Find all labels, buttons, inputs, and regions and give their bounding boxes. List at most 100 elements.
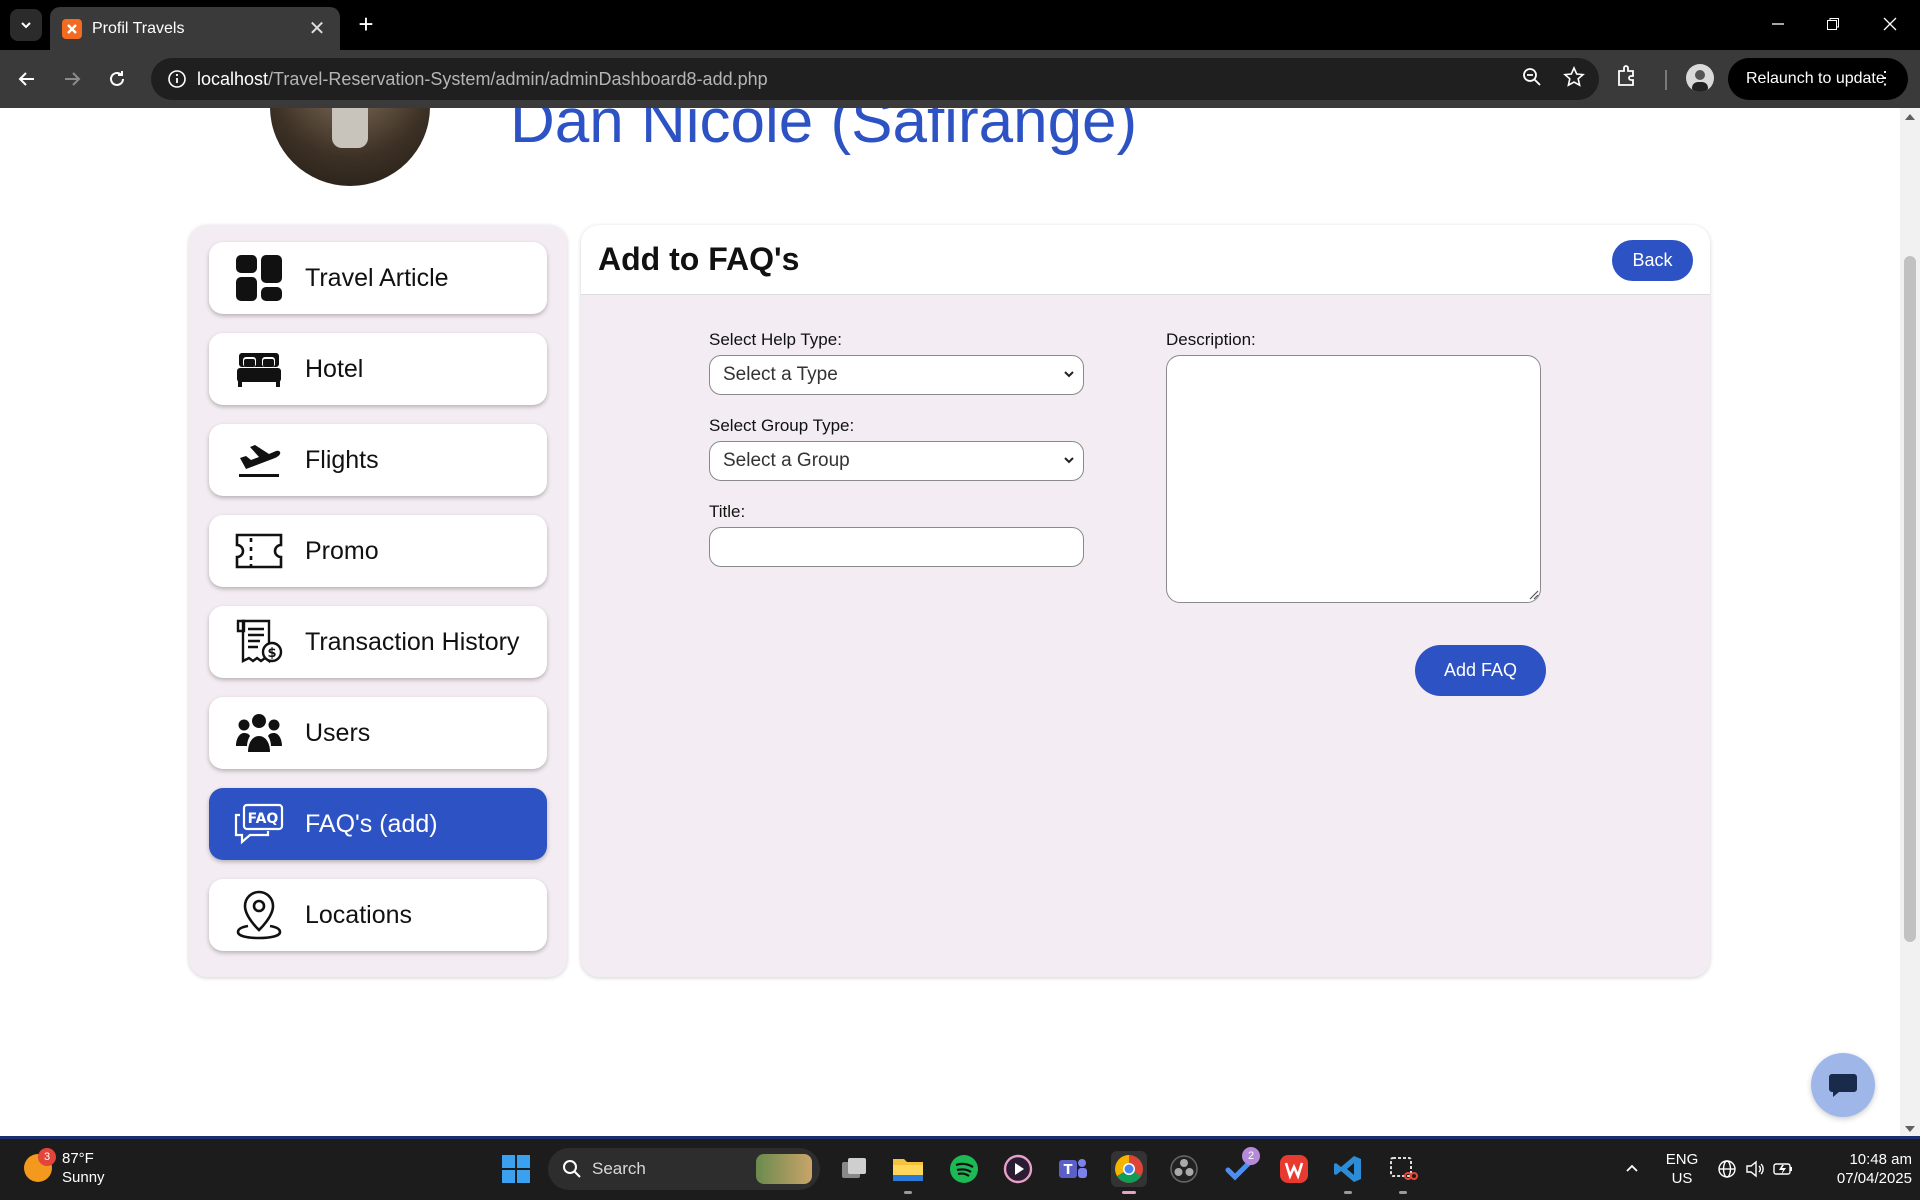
arrow-right-icon [65,72,81,86]
obs-icon[interactable] [1166,1151,1202,1187]
sidebar-item-promo[interactable]: Promo [209,515,547,587]
chat-button[interactable] [1811,1053,1875,1117]
resize-grip-icon[interactable] [1529,590,1539,600]
weather-temp: 87°F [62,1150,94,1167]
forward-nav-button[interactable] [56,63,88,95]
profile-avatar[interactable] [1686,64,1714,92]
clock-time: 10:48 am [1849,1151,1912,1168]
back-nav-button[interactable] [11,63,43,95]
sidebar-item-label: Promo [305,536,379,565]
running-indicator [1344,1191,1352,1194]
close-icon [1883,17,1897,31]
weather-widget[interactable]: 3 87°F Sunny [24,1148,105,1187]
restore-window-button[interactable] [1813,8,1853,40]
scroll-thumb[interactable] [1904,256,1916,942]
reload-button[interactable] [101,63,133,95]
title-input[interactable] [709,527,1084,567]
back-button[interactable]: Back [1612,240,1693,281]
add-faq-button[interactable]: Add FAQ [1415,645,1546,696]
network-globe-icon[interactable] [1712,1151,1742,1187]
chrome-taskbar-icon[interactable] [1111,1151,1147,1187]
page-title: Add to FAQ's [598,241,800,277]
tab-search-button[interactable] [10,9,42,41]
sidebar-item-label: Flights [305,445,379,474]
title-label: Title: [709,502,746,521]
users-icon [233,707,285,759]
clock[interactable]: 10:48 am 07/04/2025 [1812,1150,1912,1188]
admin-sidebar: Travel Article Hotel Flights Promo $ Tra… [189,225,567,977]
weather-badge: 3 [38,1148,56,1166]
active-indicator [1122,1191,1136,1194]
address-bar[interactable]: localhost/Travel-Reservation-System/admi… [151,58,1599,100]
scroll-down-icon[interactable] [1905,1126,1915,1132]
panel-header: Add to FAQ's Back [581,225,1710,295]
page-scrollbar[interactable] [1900,108,1920,1138]
todo-icon[interactable]: 2 [1222,1147,1260,1187]
spotify-icon[interactable] [946,1151,982,1187]
toolbar-divider [1665,70,1667,90]
faq-icon: FAQ [233,798,285,850]
sidebar-item-faqs-add[interactable]: FAQ FAQ's (add) [209,788,547,860]
todo-badge: 2 [1242,1147,1260,1165]
show-hidden-icons-button[interactable] [1614,1151,1650,1187]
sidebar-item-hotel[interactable]: Hotel [209,333,547,405]
search-highlight-icon [756,1154,812,1184]
chat-bubble-icon [1829,1074,1857,1097]
sidebar-item-transaction-history[interactable]: $ Transaction History [209,606,547,678]
help-type-select[interactable]: Select a Type [709,355,1084,395]
tab-title: Profil Travels [92,19,185,37]
wps-office-icon[interactable] [1276,1151,1312,1187]
zoom-icon[interactable] [1521,66,1543,93]
language-indicator[interactable]: ENG US [1660,1150,1704,1188]
xampp-favicon-icon [62,18,82,39]
url-text[interactable]: localhost/Travel-Reservation-System/admi… [197,69,768,90]
close-window-button[interactable] [1870,8,1910,40]
scroll-up-icon[interactable] [1905,114,1915,120]
running-indicator [904,1191,912,1194]
site-info-icon[interactable] [157,69,197,89]
sidebar-item-travel-article[interactable]: Travel Article [209,242,547,314]
sidebar-item-label: Locations [305,900,413,929]
sidebar-item-users[interactable]: Users [209,697,547,769]
sidebar-item-label: Travel Article [305,263,449,292]
sidebar-item-flights[interactable]: Flights [209,424,547,496]
help-type-label: Select Help Type: [709,330,842,349]
sidebar-item-label: Hotel [305,354,364,383]
vscode-icon[interactable] [1330,1151,1366,1187]
taskbar-search[interactable]: Search [548,1148,820,1190]
relaunch-label: Relaunch to update [1746,70,1885,87]
svg-text:FAQ: FAQ [248,811,279,827]
windows-taskbar: 3 87°F Sunny Search T 2 ENG US 10:48 am … [0,1139,1920,1200]
volume-icon[interactable] [1740,1151,1770,1187]
bookmark-star-icon[interactable] [1563,66,1585,93]
url-host: localhost [197,68,269,89]
extensions-icon[interactable] [1614,63,1640,94]
file-explorer-icon[interactable] [890,1151,926,1187]
snipping-tool-icon[interactable] [1385,1151,1421,1187]
browser-toolbar: localhost/Travel-Reservation-System/admi… [0,50,1920,108]
browser-tab[interactable]: Profil Travels ✕ [50,7,340,50]
task-view-icon[interactable] [836,1151,872,1187]
new-tab-button[interactable]: + [352,10,380,38]
minimize-window-button[interactable] [1758,8,1798,40]
group-type-select[interactable]: Select a Group [709,441,1084,481]
restore-icon [1827,18,1839,30]
more-menu-icon[interactable]: ⋮ [1876,68,1894,88]
clock-date: 07/04/2025 [1836,1170,1912,1187]
description-textarea[interactable] [1166,355,1541,603]
language-code: ENG [1665,1151,1699,1168]
minimize-icon [1772,23,1784,25]
teams-icon[interactable]: T [1055,1151,1091,1187]
close-tab-icon[interactable]: ✕ [306,16,328,41]
battery-icon[interactable] [1768,1151,1798,1187]
sidebar-item-label: Users [305,718,371,747]
dashboard-icon [233,252,285,304]
sidebar-item-locations[interactable]: Locations [209,879,547,951]
chevron-down-icon [1061,366,1077,388]
media-player-icon[interactable] [1000,1151,1036,1187]
start-button[interactable] [498,1151,534,1187]
add-faq-panel: Add to FAQ's Back Select Help Type: Sele… [581,225,1710,977]
group-type-label: Select Group Type: [709,416,855,435]
relaunch-to-update-button[interactable]: Relaunch to update ⋮ [1728,58,1908,100]
chevron-down-icon [1061,452,1077,474]
